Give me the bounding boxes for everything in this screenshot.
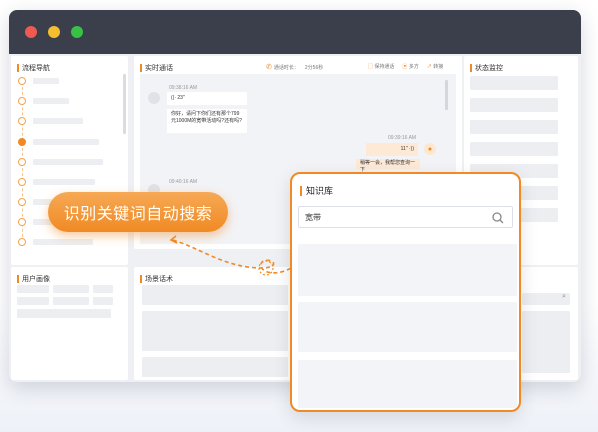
knowledge-result-card[interactable] — [298, 302, 517, 352]
search-value: 宽带 — [305, 212, 321, 222]
knowledge-result-card[interactable] — [298, 360, 517, 408]
knowledge-search-input[interactable]: 宽带 — [298, 206, 513, 228]
knowledge-result-card[interactable] — [298, 244, 517, 296]
knowledge-base-panel: 知识库 宽带 — [290, 172, 521, 412]
keyword-search-callout: 识别关键词自动搜索 — [48, 192, 228, 232]
knowledge-base-title: 知识库 — [300, 184, 333, 197]
search-icon[interactable] — [492, 212, 504, 224]
